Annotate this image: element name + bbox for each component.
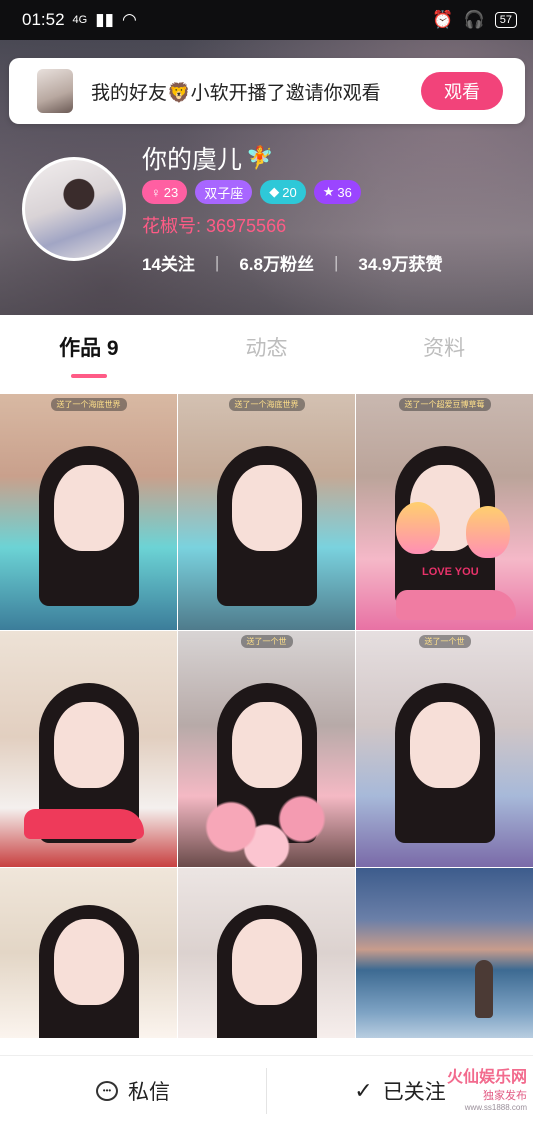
work-thumbnail[interactable] bbox=[356, 868, 533, 1038]
profile-name: 你的虞儿 bbox=[142, 146, 243, 174]
signal-icon: ▮▮ bbox=[95, 10, 114, 29]
love-you-text: LOVE YOU bbox=[422, 566, 479, 578]
status-time: 01:52 bbox=[22, 10, 65, 29]
wifi-icon: ◠ bbox=[121, 10, 137, 29]
work-thumbnail[interactable]: 送了一个海底世界 bbox=[0, 394, 177, 630]
work-thumbnail[interactable]: 送了一个世 bbox=[356, 631, 533, 867]
thumbnail-face bbox=[409, 701, 480, 788]
diamond-icon: ◆ bbox=[269, 184, 280, 199]
chat-bubble-icon: ••• bbox=[96, 1080, 118, 1101]
watermark-title: 火仙娱乐网 bbox=[446, 1069, 527, 1086]
diamond-level-badge: ◆ 20 bbox=[260, 180, 306, 204]
thumbnail-face bbox=[53, 701, 124, 788]
work-thumbnail[interactable] bbox=[0, 631, 177, 867]
flower-decoration bbox=[178, 787, 355, 867]
thumbnail-face bbox=[53, 464, 124, 551]
private-message-button[interactable]: ••• 私信 bbox=[0, 1056, 266, 1125]
age-label: 23 bbox=[163, 184, 179, 200]
friend-avatar bbox=[37, 69, 73, 113]
headphones-icon: 🎧 bbox=[463, 10, 485, 29]
tab-works[interactable]: 作品 9 bbox=[0, 315, 178, 379]
check-icon: ✓ bbox=[354, 1077, 373, 1103]
profile-avatar[interactable] bbox=[22, 157, 126, 261]
car-icon bbox=[24, 809, 144, 839]
work-thumbnail[interactable] bbox=[178, 868, 355, 1038]
star-level: 36 bbox=[337, 184, 352, 200]
zodiac-label: 双子座 bbox=[204, 185, 244, 201]
work-thumbnail[interactable]: 送了一个世 bbox=[178, 631, 355, 867]
site-watermark: 火仙娱乐网 独家发布 www.ss1888.com bbox=[417, 1063, 527, 1112]
works-grid: 送了一个海底世界 送了一个海底世界 LOVE YOU 送了一个超爱豆博草莓 送了… bbox=[0, 394, 533, 1038]
network-icon: 4G bbox=[72, 14, 88, 26]
balloon-icon bbox=[396, 502, 440, 554]
work-thumbnail[interactable]: LOVE YOU 送了一个超爱豆博草莓 bbox=[356, 394, 533, 630]
tab-info[interactable]: 资料 bbox=[355, 315, 533, 379]
fans-count[interactable]: 6.8万粉丝 bbox=[239, 250, 314, 275]
watermark-url: www.ss1888.com bbox=[464, 1103, 527, 1112]
thumbnail-face bbox=[231, 464, 302, 551]
star-level-badge: ★ 36 bbox=[313, 180, 361, 204]
live-invite-notification[interactable]: 我的好友🦁小软开播了邀请你观看 观看 bbox=[9, 58, 525, 124]
gender-age-badge: ♀ 23 bbox=[142, 180, 188, 204]
beach-figure bbox=[475, 960, 493, 1018]
likes-count: 34.9万获赞 bbox=[358, 255, 443, 274]
gift-banner: 送了一个世 bbox=[418, 635, 471, 648]
notification-text: 我的好友🦁小软开播了邀请你观看 bbox=[91, 82, 381, 104]
thumbnail-face bbox=[231, 701, 302, 788]
thumbnail-face bbox=[53, 919, 124, 1005]
gift-banner: 送了一个海底世界 bbox=[228, 398, 305, 411]
profile-badges: ♀ 23 双子座 ◆ 20 ★ 36 bbox=[142, 180, 361, 204]
gift-banner: 送了一个世 bbox=[240, 635, 293, 648]
private-message-label: 私信 bbox=[128, 1080, 170, 1104]
huajiao-id: 花椒号: 36975566 bbox=[142, 216, 287, 236]
battery-icon: 57 bbox=[494, 12, 517, 28]
star-icon: ★ bbox=[322, 184, 335, 199]
profile-name-row: 你的虞儿 🧚 bbox=[142, 140, 273, 176]
female-icon: ♀ bbox=[151, 184, 161, 200]
fairy-icon: 🧚 bbox=[246, 145, 274, 170]
stat-divider: | bbox=[214, 252, 220, 272]
thumbnail-face bbox=[231, 919, 302, 1005]
balloon-icon bbox=[466, 506, 510, 558]
zodiac-badge: 双子座 bbox=[195, 180, 253, 204]
profile-stats: 14关注 | 6.8万粉丝 | 34.9万获赞 bbox=[142, 250, 443, 275]
tab-moments[interactable]: 动态 bbox=[178, 315, 356, 379]
alarm-icon: ⏰ bbox=[432, 10, 454, 29]
profile-tabs: 作品 9 动态 资料 bbox=[0, 315, 533, 379]
status-right: ⏰ 🎧 57 bbox=[432, 10, 517, 30]
status-bar: 01:52 4G ▮▮ ◠ ⏰ 🎧 57 bbox=[0, 0, 533, 40]
gift-banner: 送了一个超爱豆博草莓 bbox=[398, 398, 491, 411]
diamond-level: 20 bbox=[282, 184, 297, 200]
status-left: 01:52 4G ▮▮ ◠ bbox=[22, 10, 137, 30]
stat-divider: | bbox=[333, 252, 339, 272]
following-count[interactable]: 14关注 bbox=[142, 250, 195, 275]
watch-button[interactable]: 观看 bbox=[421, 72, 503, 110]
work-thumbnail[interactable]: 送了一个海底世界 bbox=[178, 394, 355, 630]
watermark-subtitle: 独家发布 bbox=[483, 1090, 527, 1102]
car-icon bbox=[396, 590, 516, 620]
gift-banner: 送了一个海底世界 bbox=[50, 398, 127, 411]
work-thumbnail[interactable] bbox=[0, 868, 177, 1038]
